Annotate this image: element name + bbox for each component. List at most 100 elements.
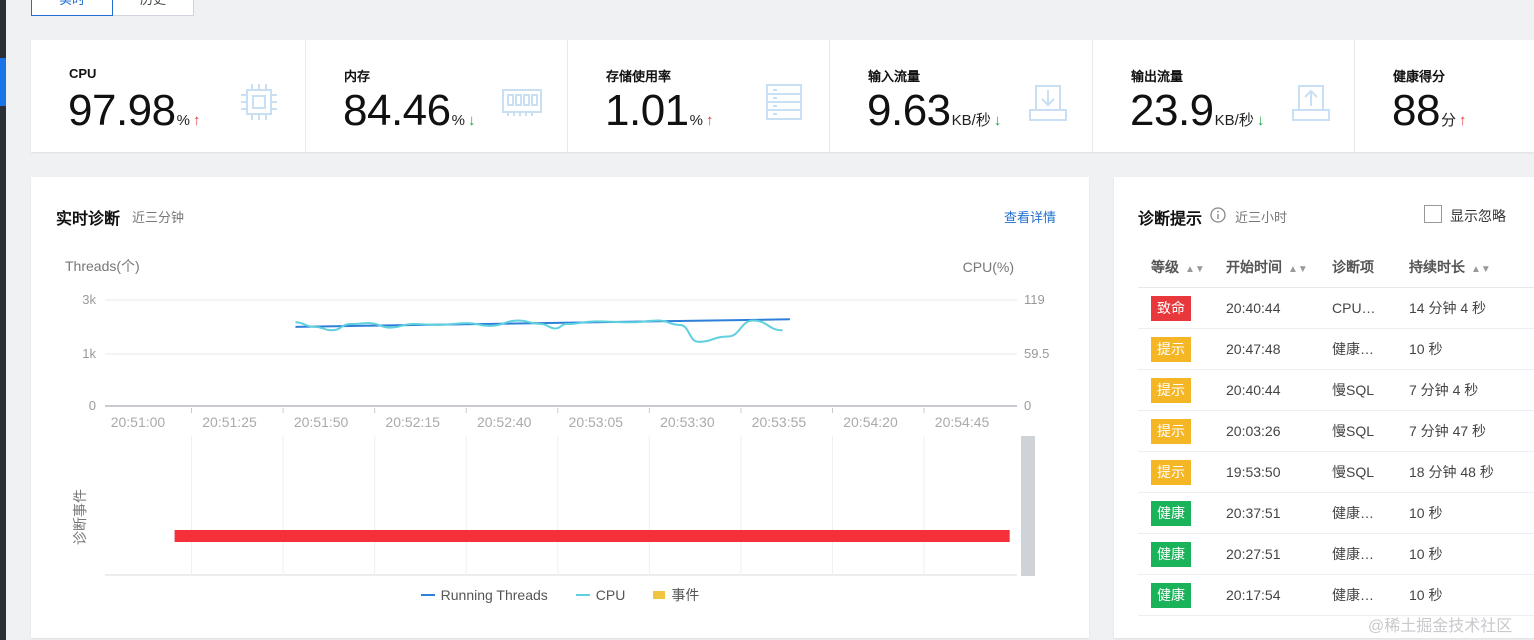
cell-text: 健康…: [1332, 505, 1374, 521]
cell-duration: 18 分钟 48 秒: [1396, 451, 1534, 493]
metric-label: CPU: [69, 66, 97, 81]
cell-text: 7 分钟 47 秒: [1409, 423, 1487, 439]
cell-level: 提示: [1138, 328, 1213, 370]
table-row[interactable]: 致命 20:40:44 CPU… 14 分钟 4 秒: [1138, 287, 1534, 329]
table-header-row: 等级 ▲▼ 开始时间 ▲▼ 诊断项 持续时长 ▲▼: [1138, 247, 1534, 288]
storage-list-icon: [766, 84, 802, 120]
table-row[interactable]: 健康 20:17:54 健康… 10 秒: [1138, 574, 1534, 616]
cell-text: 14 分钟 4 秒: [1409, 300, 1487, 316]
sort-icon[interactable]: ▲▼: [1288, 264, 1308, 275]
cell-duration: 14 分钟 4 秒: [1396, 287, 1534, 329]
cell-diagnosis-item: 慢SQL: [1319, 369, 1396, 411]
legend-item-event[interactable]: 事件: [653, 585, 699, 605]
table-row[interactable]: 提示 19:53:50 慢SQL 18 分钟 48 秒: [1138, 451, 1534, 493]
cell-diagnosis-item: CPU…: [1319, 287, 1396, 329]
column-header-item: 诊断项: [1319, 247, 1396, 288]
column-header-start-time[interactable]: 开始时间 ▲▼: [1213, 247, 1319, 288]
cell-duration: 10 秒: [1396, 492, 1534, 534]
chart-series: [295, 318, 790, 343]
metric-value: 9.63 KB/秒 ↓: [867, 86, 1001, 136]
metric-label: 健康得分: [1393, 69, 1446, 84]
table-row[interactable]: 健康 20:37:51 健康… 10 秒: [1138, 492, 1534, 534]
column-header-level[interactable]: 等级 ▲▼: [1138, 247, 1213, 288]
level-badge: 致命: [1151, 295, 1191, 321]
cell-text: 19:53:50: [1226, 464, 1281, 480]
metric-unit: %: [451, 112, 465, 129]
cell-text: 10 秒: [1409, 341, 1443, 357]
show-ignored-label[interactable]: 显示忽略: [1450, 206, 1506, 226]
table-row[interactable]: 提示 20:03:26 慢SQL 7 分钟 47 秒: [1138, 410, 1534, 452]
cell-text: 20:27:51: [1226, 546, 1281, 562]
cell-start-time: 20:40:44: [1213, 369, 1319, 411]
table-row[interactable]: 提示 20:40:44 慢SQL 7 分钟 4 秒: [1138, 369, 1534, 411]
cell-text: 20:17:54: [1226, 587, 1281, 603]
tab-realtime[interactable]: 实时: [31, 0, 113, 16]
sort-icon[interactable]: ▲▼: [1471, 264, 1491, 275]
diagnosis-hints-card: 诊断提示 近三小时 显示忽略 等级 ▲▼ 开始时间 ▲▼ 诊断项 持续时长 ▲▼ 致命…: [1114, 177, 1534, 638]
cell-text: 20:03:26: [1226, 423, 1281, 439]
metrics-bar: CPU 97.98 % ↑ 内存 84.46 % ↓ 存储使用率 1.01 % …: [31, 40, 1534, 152]
legend-item-cpu[interactable]: CPU: [575, 585, 626, 605]
diagnosis-chart: Threads(个) CPU(%) 3k 1k 0 119 59.5 0 20:51:0…: [65, 258, 1049, 576]
level-badge: 健康: [1151, 500, 1191, 526]
trend-down-icon: ↓: [467, 112, 476, 129]
sort-icon[interactable]: ▲▼: [1185, 264, 1205, 275]
view-tabs: 实时 历史: [31, 0, 194, 16]
cell-level: 提示: [1138, 369, 1213, 411]
metric-number: 1.01: [605, 86, 689, 135]
cell-duration: 7 分钟 4 秒: [1396, 369, 1534, 411]
trend-up-icon: ↑: [1458, 112, 1467, 129]
y-right-ticks: 119 59.5 0: [1024, 292, 1049, 413]
metric-health-score: 健康得分 88 分 ↑: [1355, 40, 1534, 152]
cell-duration: 10 秒: [1396, 574, 1534, 616]
tab-history[interactable]: 历史: [113, 0, 194, 16]
legend-label: CPU: [595, 587, 626, 603]
timeline-zoom-handle[interactable]: [1021, 436, 1035, 576]
table-row[interactable]: 健康 20:27:51 健康… 10 秒: [1138, 533, 1534, 575]
cell-text: 18 分钟 48 秒: [1409, 464, 1494, 480]
x-tick-label: 20:52:40: [477, 414, 532, 430]
y-left-tick-label: 0: [89, 398, 96, 413]
cpu-chip-icon: [241, 84, 277, 120]
event-bar: [174, 530, 1010, 542]
y-right-tick-label: 0: [1024, 398, 1031, 413]
metric-inbound-traffic: 输入流量 9.63 KB/秒 ↓: [830, 40, 1093, 152]
legend-item-threads[interactable]: Running Threads: [420, 585, 548, 605]
trend-up-icon: ↑: [192, 112, 201, 129]
metric-number: 88: [1392, 86, 1440, 135]
hints-table-body: 致命 20:40:44 CPU… 14 分钟 4 秒提示 20:47:48 健康… 10 秒…: [1138, 287, 1534, 616]
cell-text: 20:40:44: [1226, 382, 1281, 398]
chart-legend: Running Threads CPU 事件: [31, 585, 1089, 605]
metric-number: 84.46: [343, 86, 451, 135]
legend-swatch: [575, 594, 590, 596]
y-left-tick-label: 3k: [82, 292, 96, 307]
column-label: 开始时间: [1226, 259, 1282, 275]
chart-grid: [105, 299, 1017, 407]
trend-up-icon: ↑: [705, 112, 714, 129]
show-ignored-checkbox[interactable]: [1424, 205, 1442, 223]
cell-duration: 10 秒: [1396, 533, 1534, 575]
cell-start-time: 20:37:51: [1213, 492, 1319, 534]
table-row[interactable]: 提示 20:47:48 健康… 10 秒: [1138, 328, 1534, 370]
metric-label: 输出流量: [1131, 69, 1184, 84]
metric-unit: KB/秒: [951, 112, 991, 129]
cell-diagnosis-item: 慢SQL: [1319, 410, 1396, 452]
cell-level: 致命: [1138, 287, 1213, 329]
cell-level: 健康: [1138, 533, 1213, 575]
metric-memory: 内存 84.46 % ↓: [306, 40, 568, 152]
x-tick-label: 20:52:15: [385, 414, 440, 430]
x-tick-label: 20:53:30: [660, 414, 715, 430]
x-axis-ticks: 20:51:00 20:51:25 20:51:50 20:52:15 20:52:40…: [111, 408, 990, 430]
column-header-duration[interactable]: 持续时长 ▲▼: [1396, 247, 1534, 288]
watermark-text: @稀土掘金技术社区: [1368, 618, 1513, 635]
level-badge: 健康: [1151, 541, 1191, 567]
x-tick-label: 20:53:05: [569, 414, 624, 430]
level-badge: 提示: [1151, 418, 1191, 444]
info-circle-icon[interactable]: [1210, 207, 1226, 223]
cell-duration: 7 分钟 47 秒: [1396, 410, 1534, 452]
x-tick-label: 20:54:45: [935, 414, 990, 430]
realtime-diagnosis-card: 实时诊断 近三分钟 查看详情 Threads(个) CPU(%) 3k 1k 0 1…: [31, 177, 1089, 638]
hints-table: 等级 ▲▼ 开始时间 ▲▼ 诊断项 持续时长 ▲▼ 致命 20:40:44 CPU… 14 …: [1138, 247, 1534, 616]
legend-label: 事件: [671, 587, 700, 603]
cell-text: 20:37:51: [1226, 505, 1281, 521]
